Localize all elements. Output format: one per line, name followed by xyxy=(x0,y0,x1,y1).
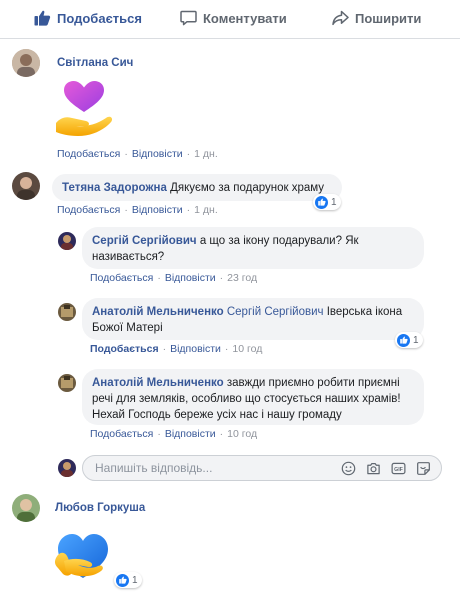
current-user-avatar xyxy=(58,459,76,477)
comment-author[interactable]: Любов Горкуша xyxy=(55,502,145,514)
reaction-count[interactable]: 1 xyxy=(114,572,142,588)
like-badge-icon xyxy=(315,195,328,209)
comment-meta: Подобається · Відповісти · 1 дн. xyxy=(57,204,218,216)
gif-icon[interactable]: GIF xyxy=(391,461,406,476)
comment-like-link[interactable]: Подобається xyxy=(57,148,120,160)
like-button-label: Подобається xyxy=(57,10,142,26)
avatar-anatolii[interactable] xyxy=(58,374,76,392)
comment-bubble: Тетяна Задорожна Дякуємо за подарунок хр… xyxy=(52,174,342,201)
comment-like-link[interactable]: Подобається xyxy=(57,204,120,216)
camera-icon[interactable] xyxy=(366,461,381,476)
avatar-anatolii[interactable] xyxy=(58,303,76,321)
sticker-icon[interactable] xyxy=(416,461,431,476)
reply-like-link[interactable]: Подобається xyxy=(90,428,153,440)
heart-in-hand-sticker xyxy=(52,78,118,149)
avatar-liubov[interactable] xyxy=(12,494,40,522)
reply-time[interactable]: 10 год xyxy=(232,343,262,355)
reaction-number: 1 xyxy=(331,196,337,208)
comment-reply-link[interactable]: Відповісти xyxy=(132,148,183,160)
reaction-number: 1 xyxy=(132,574,138,586)
avatar-photo xyxy=(12,494,40,522)
comment-time[interactable]: 1 дн. xyxy=(194,148,218,160)
reply-meta: Подобається · Відповісти · 10 год xyxy=(90,343,263,355)
like-badge-icon xyxy=(116,573,129,587)
like-button[interactable]: Подобається xyxy=(34,10,142,26)
like-badge-icon xyxy=(397,333,410,347)
reaction-count[interactable]: 1 xyxy=(313,194,341,210)
reply-mention[interactable]: Сергій Сергійович xyxy=(227,306,324,318)
svg-text:GIF: GIF xyxy=(394,467,404,473)
avatar-photo xyxy=(58,459,76,477)
reply-bubble: Анатолій Мельниченко Сергій Сергійович І… xyxy=(82,298,424,340)
heart-hand-icon xyxy=(56,81,113,136)
avatar-photo xyxy=(58,303,76,321)
comment-text: Дякуємо за подарунок храму xyxy=(170,182,325,194)
share-icon xyxy=(332,10,349,26)
reply-author[interactable]: Сергій Сергійович xyxy=(92,235,197,247)
reply-input-box[interactable]: GIF xyxy=(82,455,442,481)
reply-reply-link[interactable]: Відповісти xyxy=(165,428,216,440)
reply-reply-link[interactable]: Відповісти xyxy=(170,343,221,355)
comment-reply-link[interactable]: Відповісти xyxy=(132,204,183,216)
heart-hug-sticker xyxy=(52,528,114,591)
avatar-photo xyxy=(12,172,40,200)
comment-meta: Подобається · Відповісти · 1 дн. xyxy=(57,148,218,160)
reply-time[interactable]: 10 год xyxy=(227,428,257,440)
share-button-label: Поширити xyxy=(355,10,422,26)
reply-reply-link[interactable]: Відповісти xyxy=(165,272,216,284)
reply-like-link[interactable]: Подобається xyxy=(90,343,159,355)
heart-hug-icon xyxy=(54,534,108,578)
reply-author[interactable]: Анатолій Мельниченко xyxy=(92,377,224,389)
reaction-count[interactable]: 1 xyxy=(395,332,423,348)
comment-icon xyxy=(180,10,197,26)
reply-meta: Подобається · Відповісти · 23 год xyxy=(90,272,258,284)
reply-bubble: Сергій Сергійович а що за ікону подарува… xyxy=(82,227,424,269)
avatar-serhii[interactable] xyxy=(58,232,76,250)
share-button[interactable]: Поширити xyxy=(332,10,421,26)
post-action-bar: Подобається Коментувати Поширити xyxy=(0,0,460,39)
avatar-photo xyxy=(58,374,76,392)
comment-time[interactable]: 1 дн. xyxy=(194,204,218,216)
comment-author[interactable]: Світлана Сич xyxy=(57,57,133,69)
reply-author[interactable]: Анатолій Мельниченко xyxy=(92,306,224,318)
reply-time[interactable]: 23 год xyxy=(227,272,257,284)
reply-bubble: Анатолій Мельниченко завжди приємно роби… xyxy=(82,369,424,425)
reply-like-link[interactable]: Подобається xyxy=(90,272,153,284)
reply-input[interactable] xyxy=(93,460,327,476)
reaction-number: 1 xyxy=(413,334,419,346)
comment-author[interactable]: Тетяна Задорожна xyxy=(62,182,167,194)
emoji-icon[interactable] xyxy=(341,461,356,476)
reply-meta: Подобається · Відповісти · 10 год xyxy=(90,428,258,440)
comment-button[interactable]: Коментувати xyxy=(180,10,287,26)
avatar-photo xyxy=(58,232,76,250)
comment-button-label: Коментувати xyxy=(203,10,287,26)
thumbs-up-icon xyxy=(34,10,51,26)
avatar-tetiana[interactable] xyxy=(12,172,40,200)
avatar-svitlana[interactable] xyxy=(12,49,40,77)
avatar-photo xyxy=(12,49,40,77)
